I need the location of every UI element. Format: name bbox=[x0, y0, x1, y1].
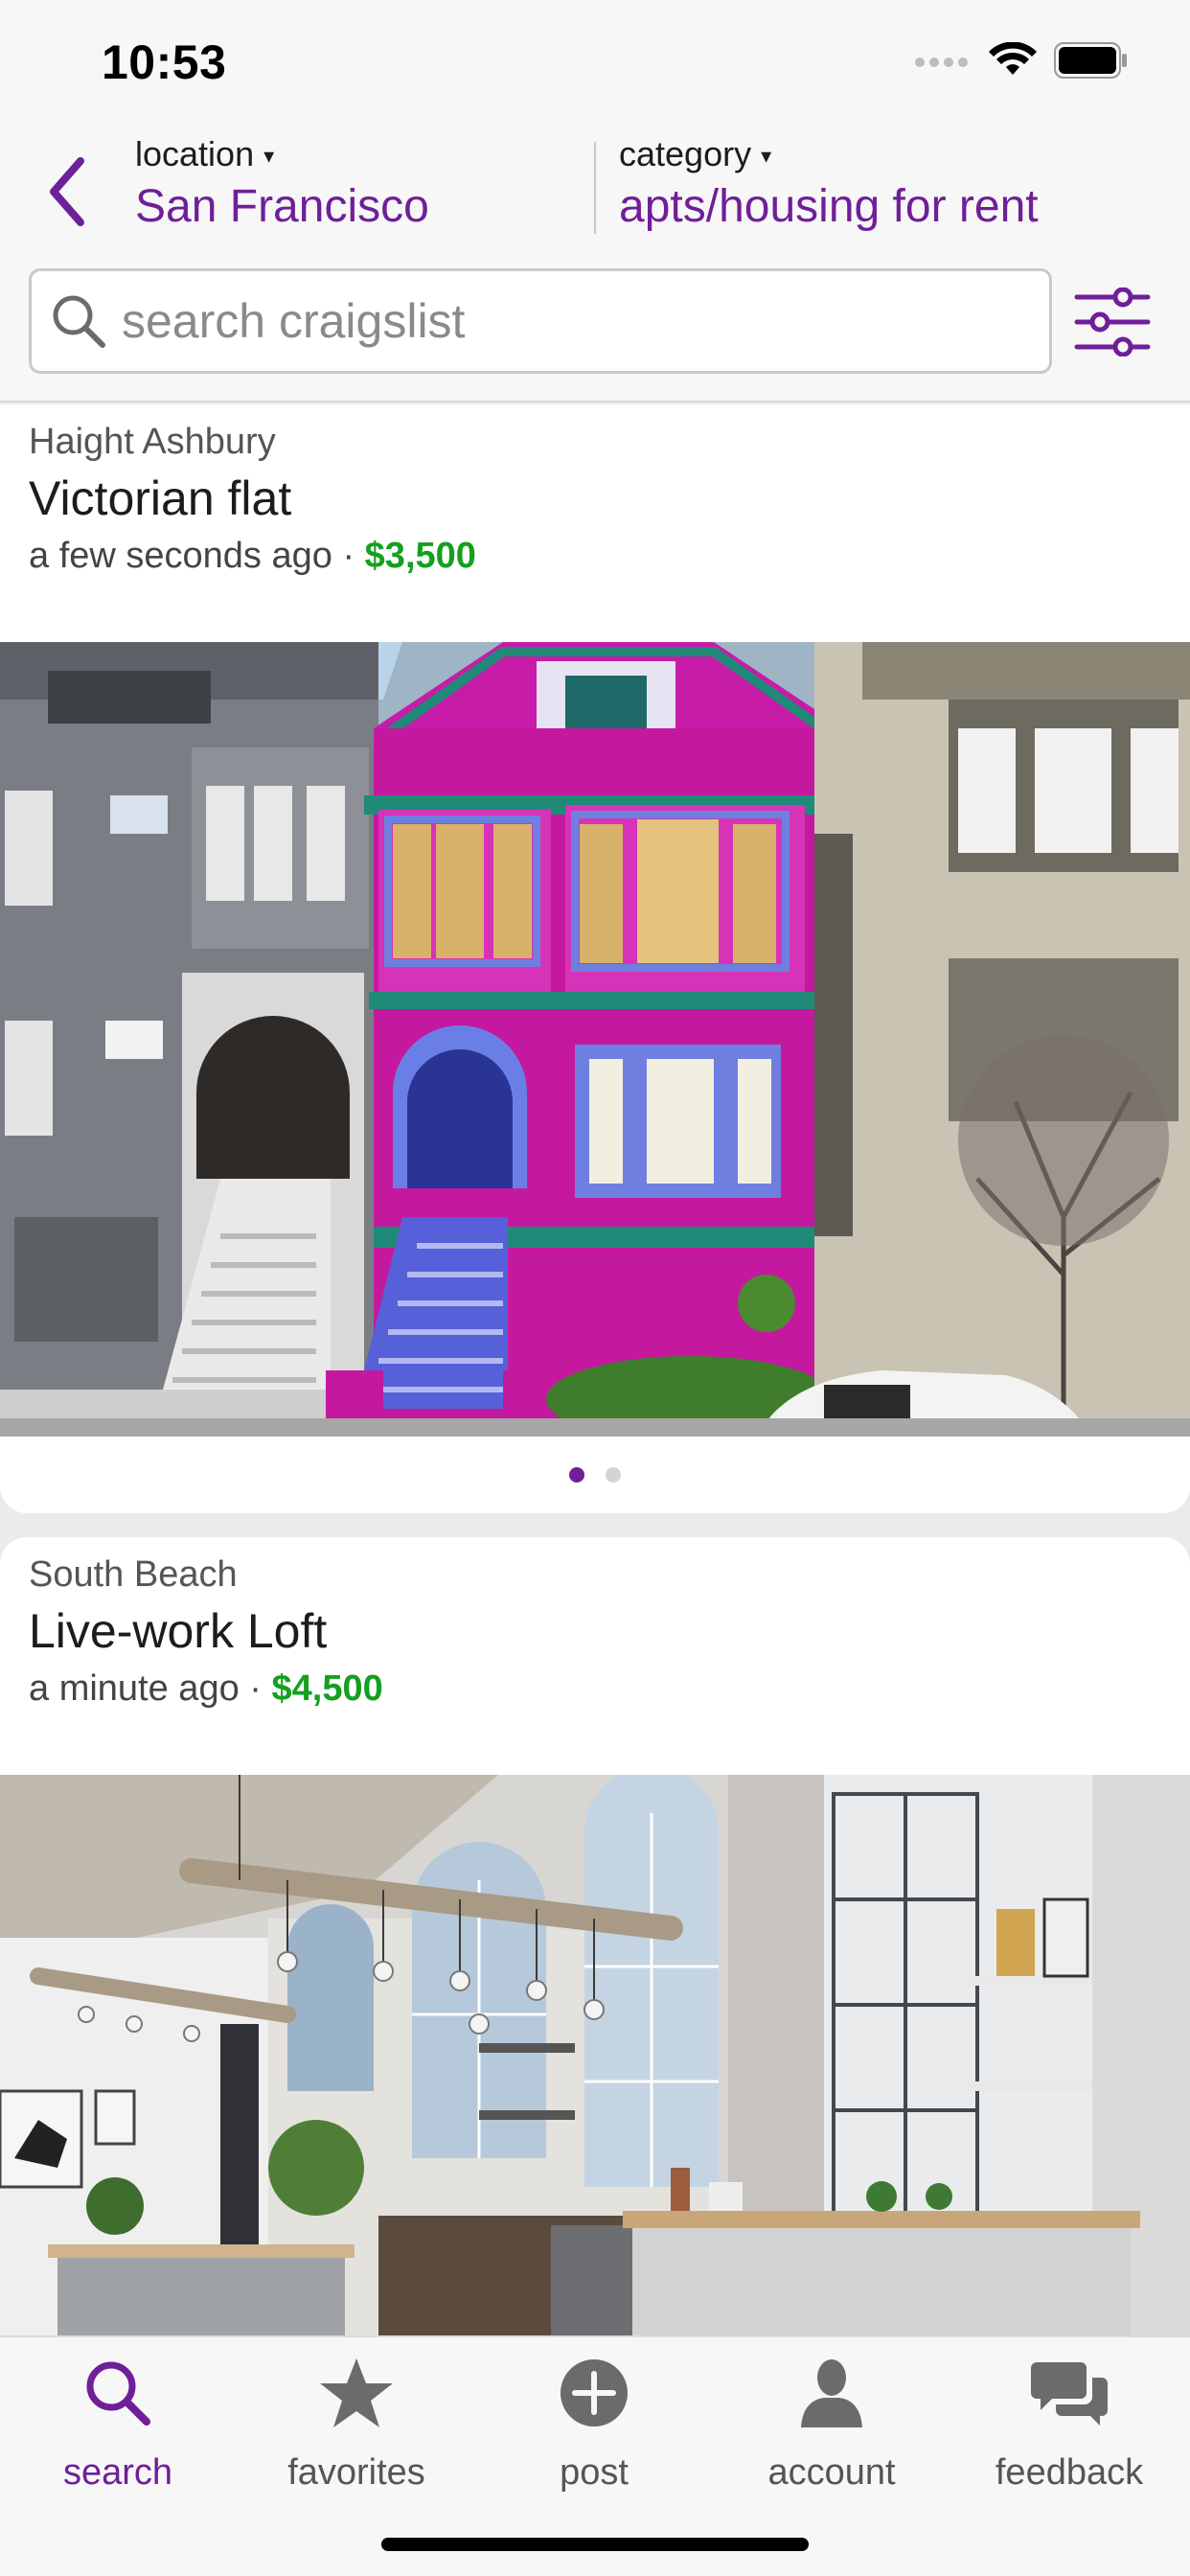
filter-sliders-icon[interactable] bbox=[1073, 288, 1152, 356]
category-label-row: category ▾ bbox=[619, 134, 1039, 174]
status-bar: 10:53 bbox=[0, 0, 1190, 125]
back-chevron-icon[interactable] bbox=[40, 151, 98, 232]
search-input[interactable] bbox=[122, 293, 1022, 349]
listing-meta: a few seconds ago · $3,500 bbox=[29, 536, 1161, 577]
page-dot-active[interactable] bbox=[569, 1467, 584, 1483]
search-box[interactable] bbox=[29, 268, 1052, 374]
listing-card[interactable]: Haight Ashbury Victorian flat a few seco… bbox=[0, 404, 1190, 1513]
app-header: location ▾ San Francisco category ▾ apts… bbox=[0, 125, 1190, 402]
tab-search[interactable]: search bbox=[12, 2337, 223, 2500]
listing-title: Victorian flat bbox=[29, 472, 292, 525]
chevron-down-icon: ▾ bbox=[761, 144, 772, 168]
listing-neighborhood: South Beach bbox=[29, 1554, 238, 1595]
listing-posted-time: a few seconds ago bbox=[29, 536, 332, 576]
page-dot[interactable] bbox=[606, 1467, 621, 1483]
tab-label: account bbox=[767, 2452, 896, 2493]
victorian-house-photo bbox=[0, 642, 1190, 1437]
battery-icon bbox=[1054, 42, 1127, 79]
listing-neighborhood: Haight Ashbury bbox=[29, 422, 276, 462]
chat-bubbles-icon bbox=[1031, 2362, 1108, 2426]
tab-label: post bbox=[560, 2452, 629, 2493]
listing-info: Haight Ashbury Victorian flat a few seco… bbox=[0, 404, 1190, 642]
home-indicator[interactable] bbox=[381, 2538, 809, 2551]
meta-separator: · bbox=[249, 1668, 262, 1709]
location-label-row: location ▾ bbox=[135, 134, 429, 174]
tab-label: favorites bbox=[287, 2452, 425, 2493]
location-selector[interactable]: location ▾ San Francisco bbox=[135, 134, 429, 233]
meta-separator: · bbox=[342, 536, 355, 576]
search-icon bbox=[86, 2361, 150, 2426]
category-selector[interactable]: category ▾ apts/housing for rent bbox=[619, 134, 1039, 233]
listing-card[interactable]: South Beach Live-work Loft a minute ago … bbox=[0, 1537, 1190, 2335]
loft-interior-photo bbox=[0, 1775, 1190, 2335]
tab-favorites[interactable]: favorites bbox=[251, 2337, 462, 2500]
carousel-page-indicator[interactable] bbox=[0, 1437, 1190, 1513]
location-label: location bbox=[135, 134, 255, 173]
cellular-signal-icon bbox=[915, 58, 968, 67]
tab-label: search bbox=[62, 2452, 173, 2493]
listing-info: South Beach Live-work Loft a minute ago … bbox=[0, 1537, 1190, 1775]
tab-post[interactable]: post bbox=[489, 2337, 699, 2500]
category-value: apts/housing for rent bbox=[619, 181, 1039, 232]
listing-price: $4,500 bbox=[271, 1668, 383, 1709]
listing-price: $3,500 bbox=[364, 536, 476, 576]
status-time: 10:53 bbox=[102, 35, 227, 89]
listing-meta: a minute ago · $4,500 bbox=[29, 1668, 1161, 1710]
tab-feedback[interactable]: feedback bbox=[964, 2337, 1175, 2500]
status-icons bbox=[914, 42, 1129, 79]
tab-label: feedback bbox=[995, 2452, 1144, 2493]
person-icon bbox=[801, 2359, 862, 2427]
listing-photo[interactable] bbox=[0, 1775, 1190, 2335]
wifi-icon bbox=[989, 42, 1037, 75]
listing-title: Live-work Loft bbox=[29, 1604, 328, 1658]
tab-account[interactable]: account bbox=[726, 2337, 937, 2500]
category-label: category bbox=[619, 134, 752, 173]
star-icon bbox=[320, 2358, 393, 2427]
plus-circle-icon bbox=[561, 2359, 628, 2426]
chevron-down-icon: ▾ bbox=[263, 144, 275, 168]
listing-posted-time: a minute ago bbox=[29, 1668, 240, 1709]
listing-photo[interactable] bbox=[0, 642, 1190, 1437]
search-icon bbox=[53, 295, 105, 348]
header-divider bbox=[594, 142, 596, 234]
location-value: San Francisco bbox=[135, 181, 429, 232]
